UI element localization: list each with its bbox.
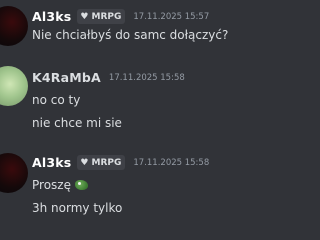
username[interactable]: K4RaMbA: [32, 70, 101, 85]
message-1: Al3ks ♥ MRPG 17.11.2025 15:57 Nie chciał…: [0, 0, 240, 60]
pepe-emoji-icon[interactable]: [74, 180, 88, 190]
message-header: Al3ks ♥ MRPG 17.11.2025 15:58: [32, 155, 209, 170]
avatar[interactable]: [0, 153, 28, 193]
heart-icon: ♥: [80, 157, 89, 168]
timestamp: 17.11.2025 15:58: [133, 157, 210, 168]
message-text: 3h normy tylko: [32, 201, 123, 215]
message-2: K4RaMbA 17.11.2025 15:58 no co ty nie ch…: [0, 60, 240, 140]
message-text-content: Proszę: [32, 178, 71, 192]
timestamp: 17.11.2025 15:58: [108, 72, 185, 83]
username[interactable]: Al3ks: [32, 155, 71, 170]
badge-label: MRPG: [91, 157, 122, 168]
server-tag-badge[interactable]: ♥ MRPG: [77, 155, 126, 170]
badge-label: MRPG: [91, 11, 122, 22]
message-3: Al3ks ♥ MRPG 17.11.2025 15:58 Proszę 3h …: [0, 140, 240, 240]
message-text: Nie chciałbyś do samc dołączyć?: [32, 28, 229, 42]
avatar[interactable]: [0, 66, 28, 106]
message-header: Al3ks ♥ MRPG 17.11.2025 15:57: [32, 9, 209, 24]
message-text: no co ty: [32, 93, 81, 107]
username[interactable]: Al3ks: [32, 9, 71, 24]
timestamp: 17.11.2025 15:57: [133, 11, 210, 22]
server-tag-badge[interactable]: ♥ MRPG: [77, 9, 126, 24]
avatar[interactable]: [0, 6, 28, 46]
message-text: Proszę: [32, 178, 88, 192]
message-header: K4RaMbA 17.11.2025 15:58: [32, 70, 185, 85]
heart-icon: ♥: [80, 11, 89, 22]
message-text: nie chce mi sie: [32, 116, 122, 130]
